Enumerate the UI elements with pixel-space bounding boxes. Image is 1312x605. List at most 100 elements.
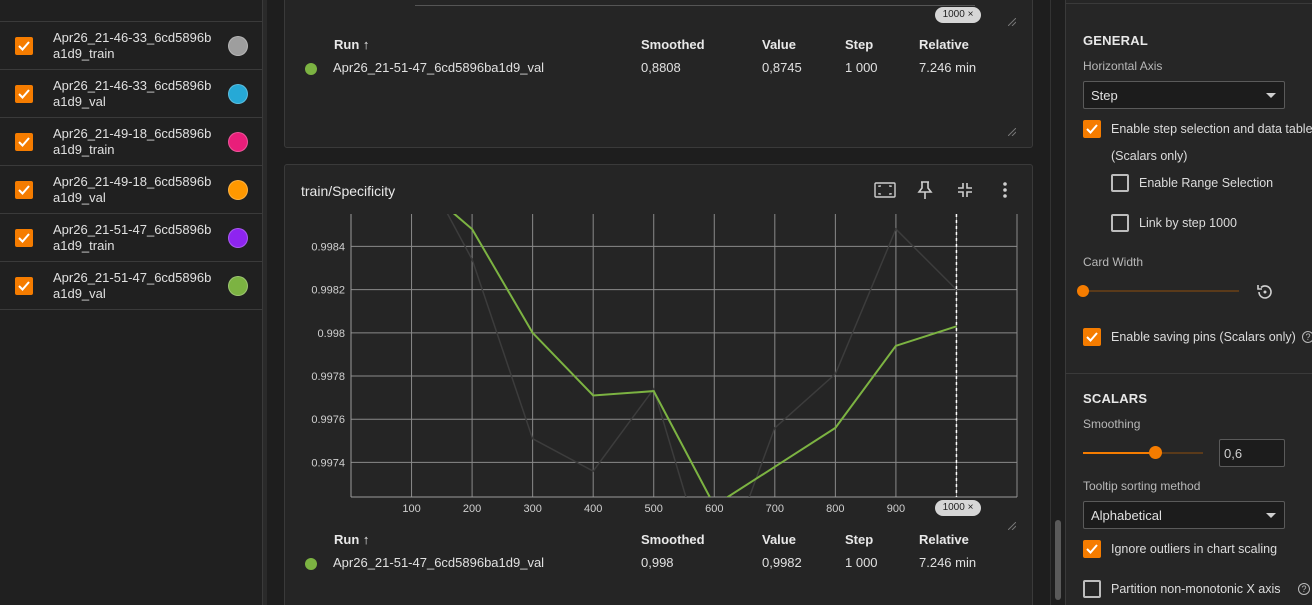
ignore-outliers-checkbox[interactable] [1083,540,1101,558]
x-tick-label: 200 [463,503,481,515]
x-tick-label: 800 [826,503,844,515]
smoothing-slider-thumb[interactable] [1149,446,1162,459]
row-value: 0,9982 [762,555,802,570]
settings-panel: GENERAL Horizontal Axis Step Enable step… [1065,0,1312,605]
help-icon[interactable]: ? [1302,331,1312,343]
runs-panel: Apr26_21-46-33_6cd5896ba1d9_train Apr26_2… [0,0,263,605]
plot-area [351,214,1017,497]
card-width-slider-thumb[interactable] [1077,285,1089,297]
row-relative: 7.246 min [919,555,977,570]
enable-saving-pins-checkbox[interactable] [1083,328,1101,346]
run-color-swatch[interactable] [228,132,248,152]
row-smoothed: 0,998 [641,555,674,570]
scalars-only-note: (Scalars only) [1111,149,1188,163]
row-value: 0,8745 [762,60,802,75]
run-label: Apr26_21-51-47_6cd5896ba1d9_train [53,222,212,253]
card-width-slider-track[interactable] [1083,290,1239,292]
run-row[interactable]: Apr26_21-46-33_6cd5896ba1d9_val [0,70,263,118]
col-step-header[interactable]: Step [845,37,873,52]
main-scrollbar-thumb[interactable] [1055,520,1061,600]
link-by-step-label: Link by step 1000 [1139,216,1237,230]
y-tick-label: 0.998 [317,328,345,340]
settings-header-remnant [1066,0,1312,4]
y-tick-label: 0.9982 [311,285,345,297]
horizontal-axis-select[interactable]: Step [1083,81,1285,109]
enable-range-selection-label: Enable Range Selection [1139,176,1274,190]
run-row[interactable]: Apr26_21-51-47_6cd5896ba1d9_train [0,214,263,262]
col-value-header[interactable]: Value [762,532,796,547]
resize-handle-icon[interactable] [1007,13,1017,27]
smoothing-slider-fill [1083,452,1155,454]
x-tick-label: 500 [645,503,663,515]
resize-handle-icon[interactable] [1007,517,1017,531]
run-row[interactable]: Apr26_21-49-18_6cd5896ba1d9_val [0,166,263,214]
run-row[interactable]: Apr26_21-51-47_6cd5896ba1d9_val [0,262,263,310]
col-value-header[interactable]: Value [762,37,796,52]
help-icon[interactable]: ? [1298,583,1310,595]
scalars-section-title: SCALARS [1083,391,1148,406]
run-checkbox[interactable] [15,37,33,55]
col-run-header[interactable]: Run ↑ [334,37,369,52]
partition-non-monotonic-checkbox[interactable] [1083,580,1101,598]
col-relative-header[interactable]: Relative [919,37,969,52]
enable-saving-pins-label: Enable saving pins (Scalars only) [1111,330,1296,344]
x-tick-label: 300 [523,503,541,515]
row-smoothed: 0,8808 [641,60,681,75]
tensorboard-window: Apr26_21-46-33_6cd5896ba1d9_train Apr26_2… [0,0,1312,605]
dropdown-arrow-icon [1266,93,1276,98]
reset-icon[interactable] [1254,281,1276,303]
run-checkbox[interactable] [15,133,33,151]
tooltip-sorting-label: Tooltip sorting method [1083,479,1201,493]
enable-range-selection-checkbox[interactable] [1111,174,1129,192]
run-color-swatch[interactable] [228,180,248,200]
row-relative: 7.246 min [919,60,977,75]
horizontal-axis-value: Step [1091,88,1118,103]
col-run-header[interactable]: Run ↑ [334,532,369,547]
run-row[interactable]: Apr26_21-46-33_6cd5896ba1d9_train [0,22,263,70]
row-step: 1 000 [845,60,878,75]
x-tick-label: 600 [705,503,723,515]
run-checkbox[interactable] [15,229,33,247]
specificity-chart[interactable]: 0.9974 0.9976 0.9978 0.998 0.9982 0.9984 100 20… [285,165,1034,535]
x-tick-label: 400 [584,503,602,515]
chart-step-badge[interactable]: 1000 × [935,500,981,516]
col-relative-header[interactable]: Relative [919,532,969,547]
run-checkbox[interactable] [15,181,33,199]
x-tick-label: 100 [402,503,420,515]
col-step-header[interactable]: Step [845,532,873,547]
run-checkbox[interactable] [15,277,33,295]
row-step: 1 000 [845,555,878,570]
link-by-step-checkbox[interactable] [1111,214,1129,232]
partition-non-monotonic-label: Partition non-monotonic X axis [1111,582,1281,596]
card-width-label: Card Width [1083,255,1144,269]
run-row[interactable]: Apr26_21-49-18_6cd5896ba1d9_train [0,118,263,166]
resize-handle-icon[interactable] [1007,123,1017,137]
y-tick-label: 0.9974 [311,457,345,469]
scalars-main: 1000 × Run ↑ Smoothed Value Step Relativ… [267,0,1050,605]
run-color-swatch[interactable] [228,276,248,296]
run-color-swatch[interactable] [228,228,248,248]
row-run-name: Apr26_21-51-47_6cd5896ba1d9_val [333,555,545,570]
tooltip-sorting-select[interactable]: Alphabetical [1083,501,1285,529]
section-divider [1066,373,1312,374]
run-color-swatch[interactable] [228,36,248,56]
run-color-swatch[interactable] [228,84,248,104]
smoothing-label: Smoothing [1083,417,1141,431]
main-scrollbar[interactable] [1050,0,1065,605]
dropdown-arrow-icon [1266,513,1276,518]
top-card-step-badge[interactable]: 1000 × [935,7,981,23]
y-tick-label: 0.9984 [311,241,345,253]
chart-card-top: 1000 × Run ↑ Smoothed Value Step Relativ… [284,0,1033,148]
run-label: Apr26_21-51-47_6cd5896ba1d9_val [53,270,212,301]
x-tick-label: 900 [887,503,905,515]
chart-card-specificity: train/Specificity 0.9974 0.9976 0.9978 0.99… [284,164,1033,605]
enable-step-selection-checkbox[interactable] [1083,120,1101,138]
col-smoothed-header[interactable]: Smoothed [641,37,705,52]
row-run-name: Apr26_21-51-47_6cd5896ba1d9_val [333,60,545,75]
col-smoothed-header[interactable]: Smoothed [641,532,705,547]
smoothing-input[interactable]: 0,6 [1219,439,1285,467]
x-tick-label: 700 [766,503,784,515]
run-label: Apr26_21-49-18_6cd5896ba1d9_train [53,126,212,157]
y-tick-label: 0.9978 [311,371,345,383]
run-checkbox[interactable] [15,85,33,103]
